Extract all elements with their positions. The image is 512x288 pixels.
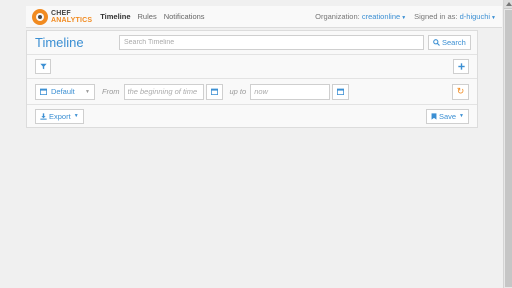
save-button[interactable]: Save ▼ <box>425 108 469 124</box>
filter-toolbar <box>27 55 477 79</box>
filter-icon <box>39 63 47 70</box>
nav-timeline[interactable]: Timeline <box>100 12 130 21</box>
organization-label: Organization: <box>315 12 360 21</box>
chevron-down-icon: ▼ <box>85 88 90 95</box>
chevron-down-icon: ▼ <box>491 15 496 21</box>
bookmark-icon <box>431 112 437 120</box>
search-button[interactable]: Search <box>428 35 471 50</box>
signed-in-label: Signed in as: <box>414 12 458 21</box>
to-calendar-button[interactable] <box>332 83 350 100</box>
chevron-down-icon: ▼ <box>459 113 464 119</box>
top-navbar: CHEF ANALYTICS Timeline Rules Notificati… <box>26 6 502 28</box>
range-preset-label: Default <box>51 87 75 96</box>
timeline-panel: Timeline Search Default ▼ From up to <box>26 30 478 128</box>
export-label: Export <box>49 111 71 121</box>
organization-value[interactable]: creationline <box>362 12 400 21</box>
search-button-label: Search <box>442 38 466 47</box>
plus-icon <box>457 63 465 70</box>
refresh-button[interactable]: ↻ <box>452 83 469 100</box>
brand-line-1: CHEF <box>51 9 71 17</box>
save-label: Save <box>438 111 457 121</box>
from-date-input[interactable] <box>123 83 204 100</box>
filter-button[interactable] <box>35 59 51 74</box>
search-icon <box>433 39 440 46</box>
from-label: From <box>102 87 120 96</box>
export-toolbar: Export ▼ Save ▼ <box>27 105 477 127</box>
brand-line-2: ANALYTICS <box>51 16 93 24</box>
chevron-down-icon: ▼ <box>401 15 407 21</box>
up-to-label: up to <box>229 87 247 96</box>
add-button[interactable] <box>453 59 469 74</box>
signed-in-user[interactable]: d-higuchi <box>460 12 490 21</box>
vertical-scrollbar[interactable] <box>503 0 512 288</box>
calendar-icon <box>337 88 345 95</box>
export-button[interactable]: Export ▼ <box>35 108 84 124</box>
chevron-down-icon: ▼ <box>73 113 79 119</box>
range-preset-dropdown[interactable]: Default ▼ <box>35 83 95 100</box>
nav-right: Organization: creationline▼ Signed in as… <box>307 12 496 21</box>
search-input[interactable] <box>119 35 424 50</box>
from-calendar-button[interactable] <box>205 83 223 100</box>
scroll-thumb[interactable] <box>505 10 512 287</box>
download-icon <box>40 112 47 120</box>
chef-logo-icon <box>32 8 48 25</box>
refresh-icon: ↻ <box>456 86 465 96</box>
chef-analytics-logo[interactable]: CHEF ANALYTICS <box>32 8 93 25</box>
calendar-icon <box>40 88 47 95</box>
calendar-icon <box>210 88 218 95</box>
timeline-header: Timeline Search <box>27 31 477 55</box>
main-nav: Timeline Rules Notifications <box>100 6 211 27</box>
page-title: Timeline <box>35 35 84 50</box>
time-range-toolbar: Default ▼ From up to ↻ <box>27 79 477 105</box>
user-menu[interactable]: Signed in as: d-higuchi▼ <box>414 12 496 21</box>
organization-selector[interactable]: Organization: creationline▼ <box>315 12 406 21</box>
nav-notifications[interactable]: Notifications <box>164 12 205 21</box>
to-date-input[interactable] <box>250 83 331 100</box>
scroll-up-arrow-icon[interactable] <box>504 0 512 9</box>
nav-rules[interactable]: Rules <box>138 12 157 21</box>
